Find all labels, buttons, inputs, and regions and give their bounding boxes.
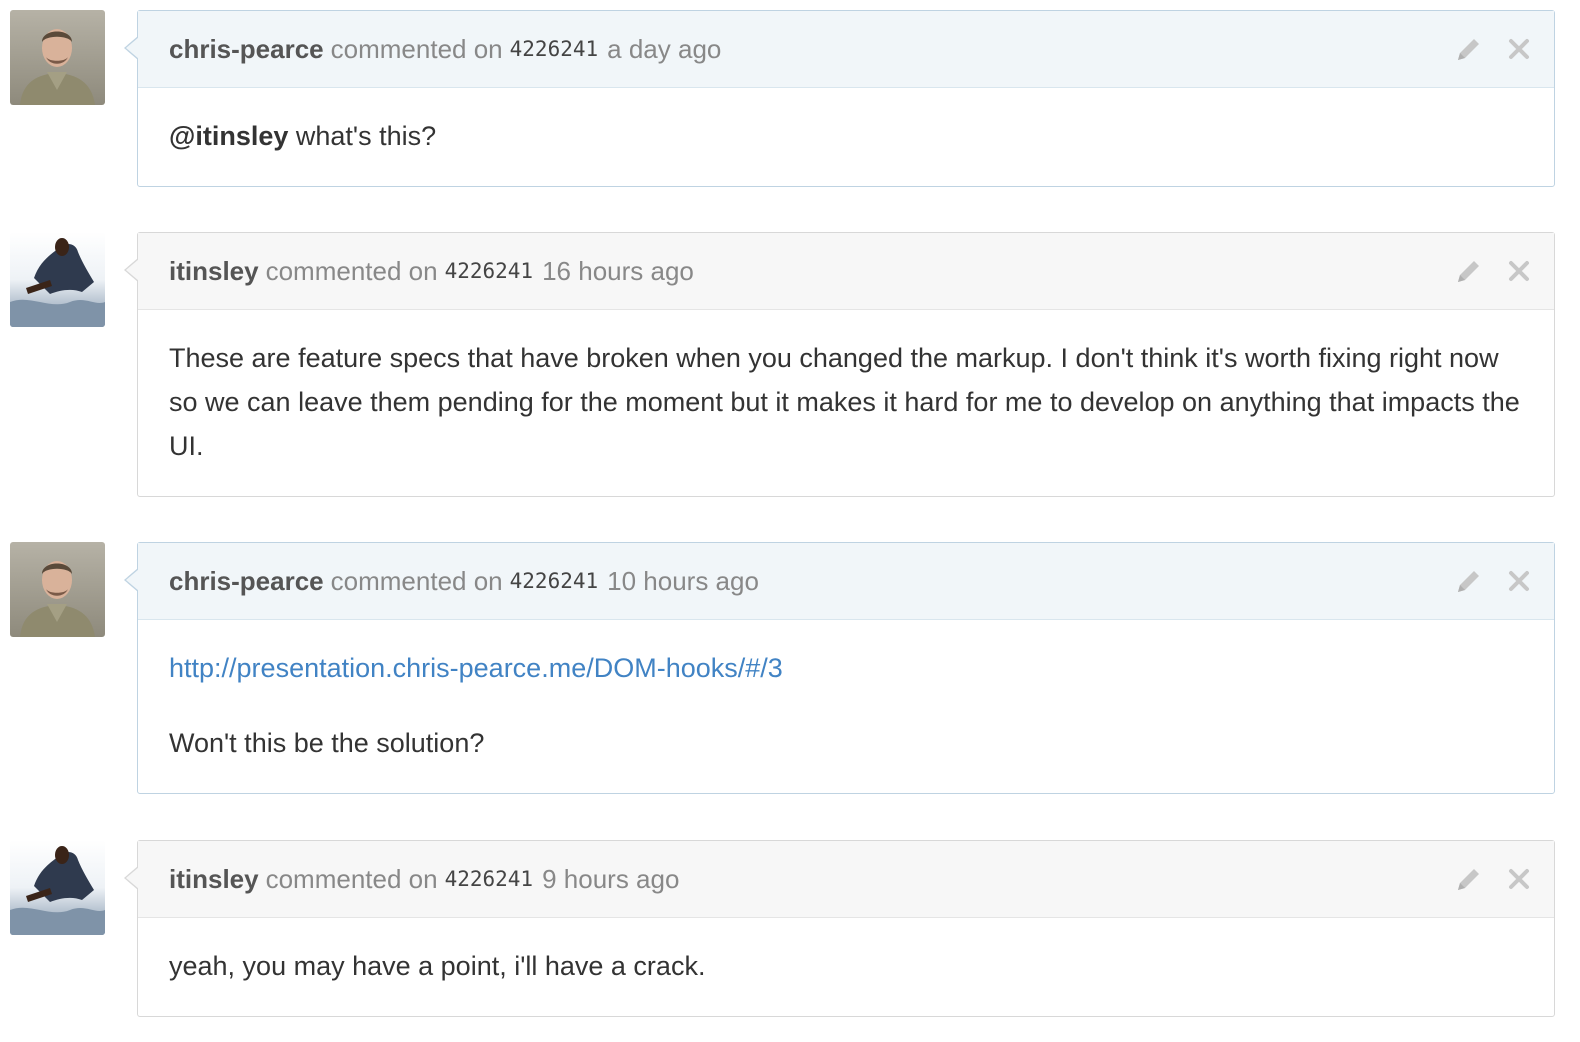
comment-text: These are feature specs that have broken…	[169, 343, 1520, 461]
comment-header: itinsley commented on 4226241 9 hours ag…	[138, 841, 1554, 918]
commit-sha[interactable]: 4226241	[445, 259, 534, 283]
comment-bubble: chris-pearce commented on 4226241 a day …	[124, 10, 1555, 187]
avatar[interactable]	[10, 840, 105, 935]
comment-time[interactable]: 9 hours ago	[542, 864, 679, 895]
comment-verb: commented on	[330, 565, 503, 596]
comment-text: what's this?	[295, 121, 437, 151]
commit-sha[interactable]: 4226241	[445, 867, 534, 891]
comment-actions	[1454, 233, 1530, 309]
comment-author[interactable]: itinsley	[169, 256, 259, 287]
commit-sha[interactable]: 4226241	[510, 569, 599, 593]
comment-text: Won't this be the solution?	[169, 728, 485, 758]
comment-body: These are feature specs that have broken…	[138, 310, 1554, 496]
pencil-icon[interactable]	[1454, 34, 1484, 64]
user-mention[interactable]: @itinsley	[169, 121, 288, 151]
commit-sha[interactable]: 4226241	[510, 37, 599, 61]
pencil-icon[interactable]	[1454, 864, 1484, 894]
comment-author[interactable]: chris-pearce	[169, 34, 324, 65]
avatar[interactable]	[10, 10, 105, 105]
pencil-icon[interactable]	[1454, 256, 1484, 286]
avatar[interactable]	[10, 542, 105, 637]
comment-verb: commented on	[265, 255, 438, 286]
pencil-icon[interactable]	[1454, 566, 1484, 596]
close-icon[interactable]	[1508, 38, 1530, 60]
comment-header: chris-pearce commented on 4226241 10 hou…	[138, 543, 1554, 620]
comment-body: @itinsley what's this?	[138, 88, 1554, 186]
comment-time[interactable]: a day ago	[607, 34, 721, 65]
comment-actions	[1454, 543, 1530, 619]
comment-bubble: itinsley commented on 4226241 9 hours ag…	[124, 840, 1555, 1017]
comment-actions	[1454, 841, 1530, 917]
comment-verb: commented on	[265, 863, 438, 894]
comment-time[interactable]: 16 hours ago	[542, 256, 694, 287]
close-icon[interactable]	[1508, 260, 1530, 282]
comment-author[interactable]: itinsley	[169, 864, 259, 895]
comment-verb: commented on	[330, 33, 503, 64]
comment-author[interactable]: chris-pearce	[169, 566, 324, 597]
comment-text: yeah, you may have a point, i'll have a …	[169, 951, 706, 981]
close-icon[interactable]	[1508, 570, 1530, 592]
comment-link[interactable]: http://presentation.chris-pearce.me/DOM-…	[169, 653, 783, 683]
avatar[interactable]	[10, 232, 105, 327]
comment-time[interactable]: 10 hours ago	[607, 566, 759, 597]
comment-header: itinsley commented on 4226241 16 hours a…	[138, 233, 1554, 310]
close-icon[interactable]	[1508, 868, 1530, 890]
comment-header: chris-pearce commented on 4226241 a day …	[138, 11, 1554, 88]
comment-body: http://presentation.chris-pearce.me/DOM-…	[138, 620, 1554, 793]
comment-bubble: itinsley commented on 4226241 16 hours a…	[124, 232, 1555, 497]
comment-actions	[1454, 11, 1530, 87]
comment-bubble: chris-pearce commented on 4226241 10 hou…	[124, 542, 1555, 794]
comment-body: yeah, you may have a point, i'll have a …	[138, 918, 1554, 1016]
